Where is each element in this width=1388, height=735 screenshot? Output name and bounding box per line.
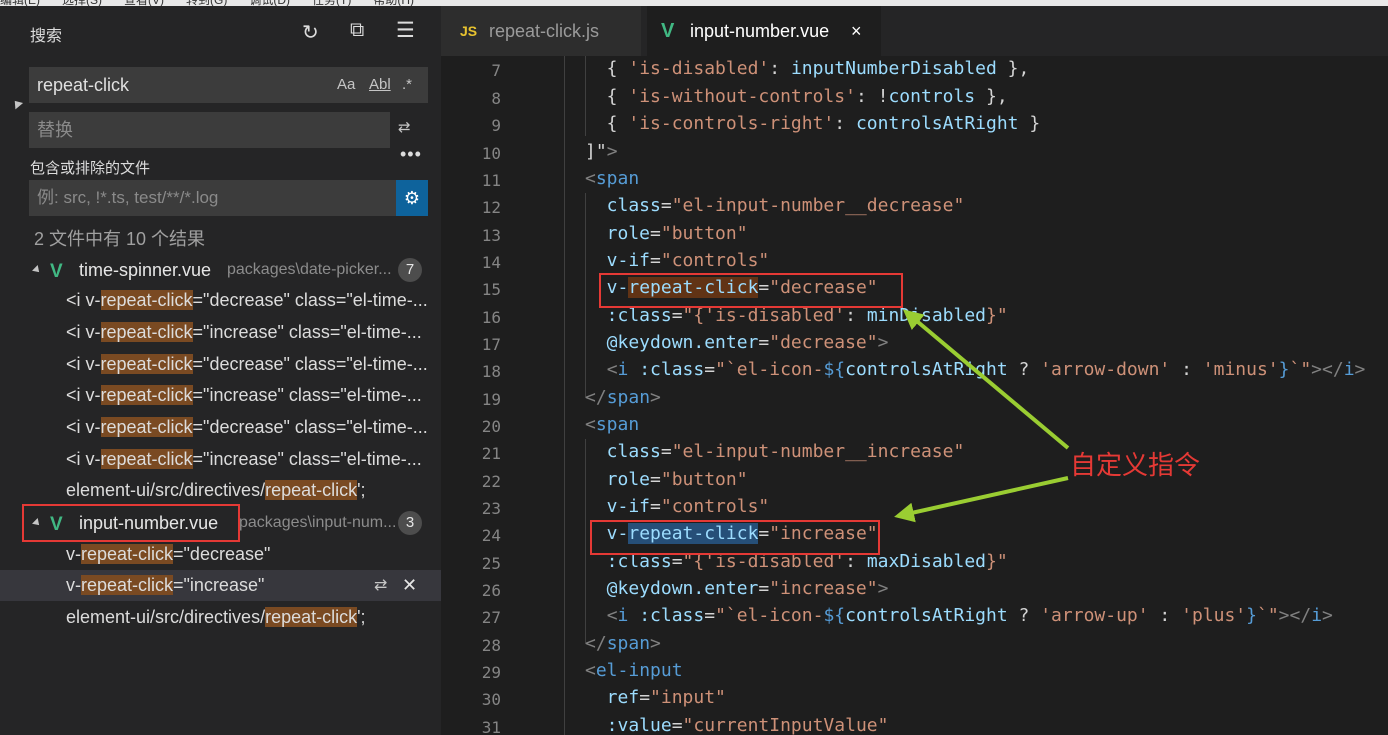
annotation-arrow-decrease [902, 309, 1070, 450]
annotation-arrows [894, 309, 1070, 523]
annotation-arrow-increase [894, 476, 1069, 523]
annotation-label: 自定义指令 [1070, 451, 1201, 481]
